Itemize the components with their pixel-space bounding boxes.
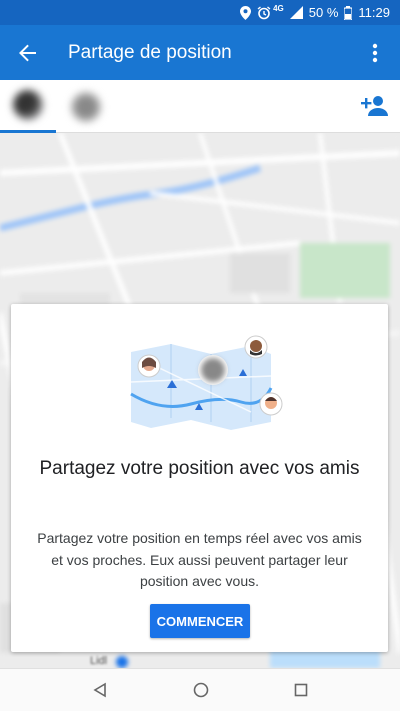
card-title: Partagez votre position avec vos amis xyxy=(39,458,360,479)
map-poi-label: Lidl xyxy=(90,655,108,667)
battery-icon xyxy=(344,5,353,20)
arrow-back-icon xyxy=(19,44,36,61)
home-circle-icon[interactable] xyxy=(193,682,209,698)
avatar xyxy=(13,90,43,120)
location-sharing-onboarding-card: Partagez votre position avec vos amis Pa… xyxy=(11,304,388,652)
signal-icon xyxy=(289,6,303,19)
status-bar: 4G 50 % 11:29 xyxy=(0,0,400,25)
page-title: Partage de position xyxy=(68,41,232,63)
alarm-icon xyxy=(257,5,271,19)
back-button[interactable] xyxy=(0,25,56,80)
people-tab-strip xyxy=(0,80,400,133)
system-nav-bar xyxy=(0,668,400,711)
person-add-icon xyxy=(361,96,388,116)
app-bar: Partage de position xyxy=(0,25,400,80)
clock: 11:29 xyxy=(358,5,390,20)
card-description: Partagez votre position en temps réel av… xyxy=(37,530,362,589)
overflow-menu-button[interactable] xyxy=(350,25,400,80)
network-type: 4G xyxy=(273,4,284,13)
avatar xyxy=(71,91,101,122)
person-tab[interactable] xyxy=(58,80,114,133)
location-icon xyxy=(240,5,252,20)
person-tab-selected[interactable] xyxy=(0,80,56,133)
back-triangle-icon[interactable] xyxy=(92,682,108,698)
add-person-button[interactable] xyxy=(360,92,390,120)
more-vert-icon xyxy=(372,43,378,62)
start-button[interactable]: COMMENCER xyxy=(150,604,250,638)
map-people-illustration xyxy=(130,335,283,430)
recents-square-icon[interactable] xyxy=(294,683,308,697)
battery-level: 50 % xyxy=(308,5,339,20)
